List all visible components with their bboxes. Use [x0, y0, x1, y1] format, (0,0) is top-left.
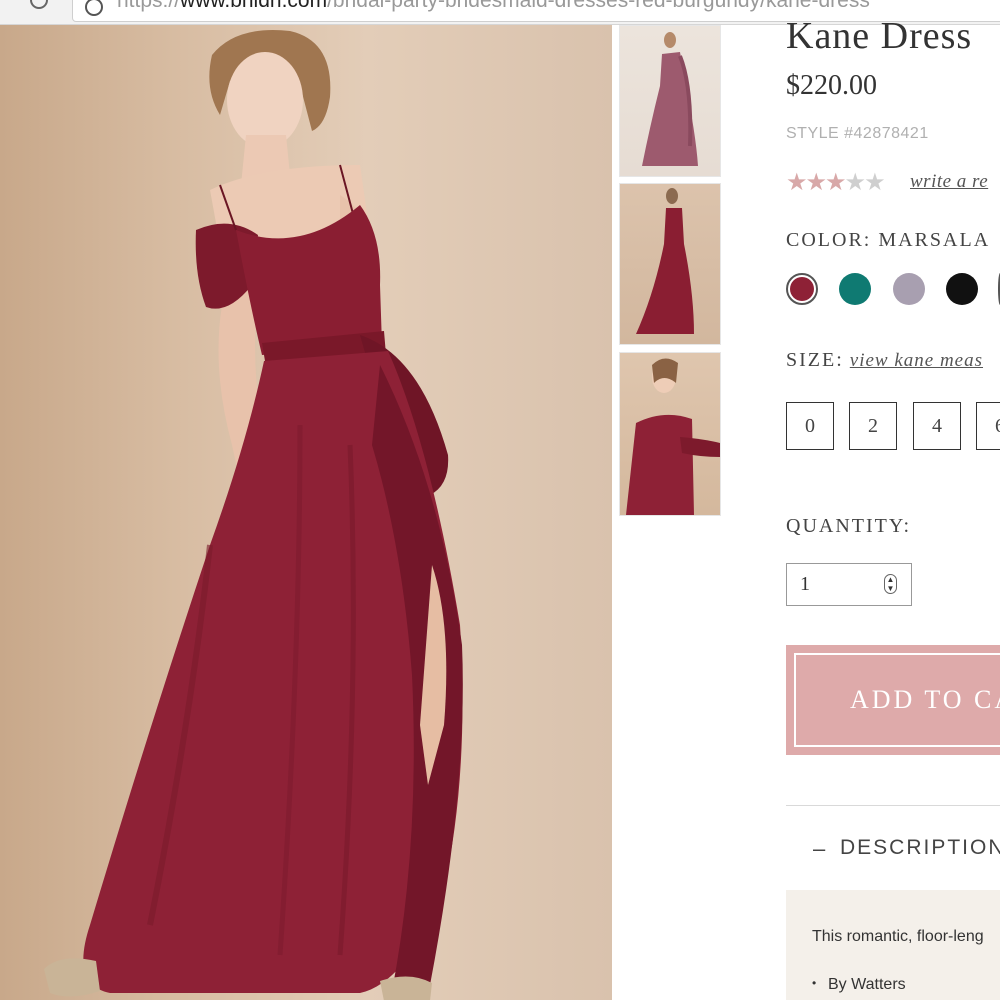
size-guide-link[interactable]: view kane meas [850, 350, 983, 371]
size-option-4[interactable]: 4 [913, 402, 961, 450]
add-to-cart-label: ADD TO CA [850, 685, 1000, 714]
add-to-cart-button[interactable]: ADD TO CA [786, 645, 1000, 755]
star-icon: ★ [825, 169, 846, 196]
swatch-teal[interactable] [839, 273, 871, 305]
thumbnail-3[interactable] [619, 352, 721, 516]
star-icon: ★ [786, 169, 807, 196]
description-panel: This romantic, floor-leng By Watters [786, 890, 1000, 1000]
site-info-icon[interactable] [85, 0, 103, 16]
quantity-value: 1 [800, 573, 810, 595]
description-toggle[interactable]: – DESCRIPTION [786, 806, 1000, 890]
size-label: SIZE: view kane meas [786, 349, 983, 372]
product-price: $220.00 [786, 70, 877, 101]
swatch-black[interactable] [946, 273, 978, 305]
product-title: Kane Dress [786, 15, 973, 57]
model-in-dress-illustration [44, 30, 463, 1000]
star-icon: ★ [805, 169, 827, 196]
quantity-label: QUANTITY: [786, 515, 912, 537]
thumbnail-dress-detail-illustration [626, 358, 720, 515]
star-icon: ★ [844, 169, 866, 196]
description-bullet: By Watters [812, 976, 906, 994]
stepper-arrows-icon[interactable]: ▲ ▼ [884, 574, 897, 594]
collapse-icon: – [813, 836, 826, 861]
quantity-stepper[interactable]: 1 ▲ ▼ [786, 563, 912, 606]
description-text: This romantic, floor-leng [812, 928, 984, 945]
thumbnail-2[interactable] [619, 183, 721, 345]
size-option-6[interactable]: 6 [976, 402, 1000, 450]
write-review-link[interactable]: write a re [910, 171, 988, 193]
thumbnail-dress-front-illustration [642, 32, 698, 166]
color-label: COLOR: MARSALA [786, 229, 991, 251]
main-product-image[interactable] [0, 25, 612, 1000]
star-icon: ★ [864, 169, 885, 196]
url-text: https://www.bhldn.com/bridal-party-bride… [117, 0, 870, 12]
swatch-marsala[interactable] [786, 273, 818, 305]
star-rating: ★★★★★ [786, 168, 886, 197]
size-label-text: SIZE: [786, 349, 844, 371]
thumbnail-1[interactable] [619, 25, 721, 177]
swatch-lilac[interactable] [893, 273, 925, 305]
thumbnail-dress-back-illustration [636, 188, 694, 334]
size-option-0[interactable]: 0 [786, 402, 834, 450]
style-number: STYLE #42878421 [786, 125, 929, 142]
size-option-2[interactable]: 2 [849, 402, 897, 450]
reload-icon[interactable] [30, 0, 48, 9]
description-heading: DESCRIPTION [840, 836, 1000, 859]
